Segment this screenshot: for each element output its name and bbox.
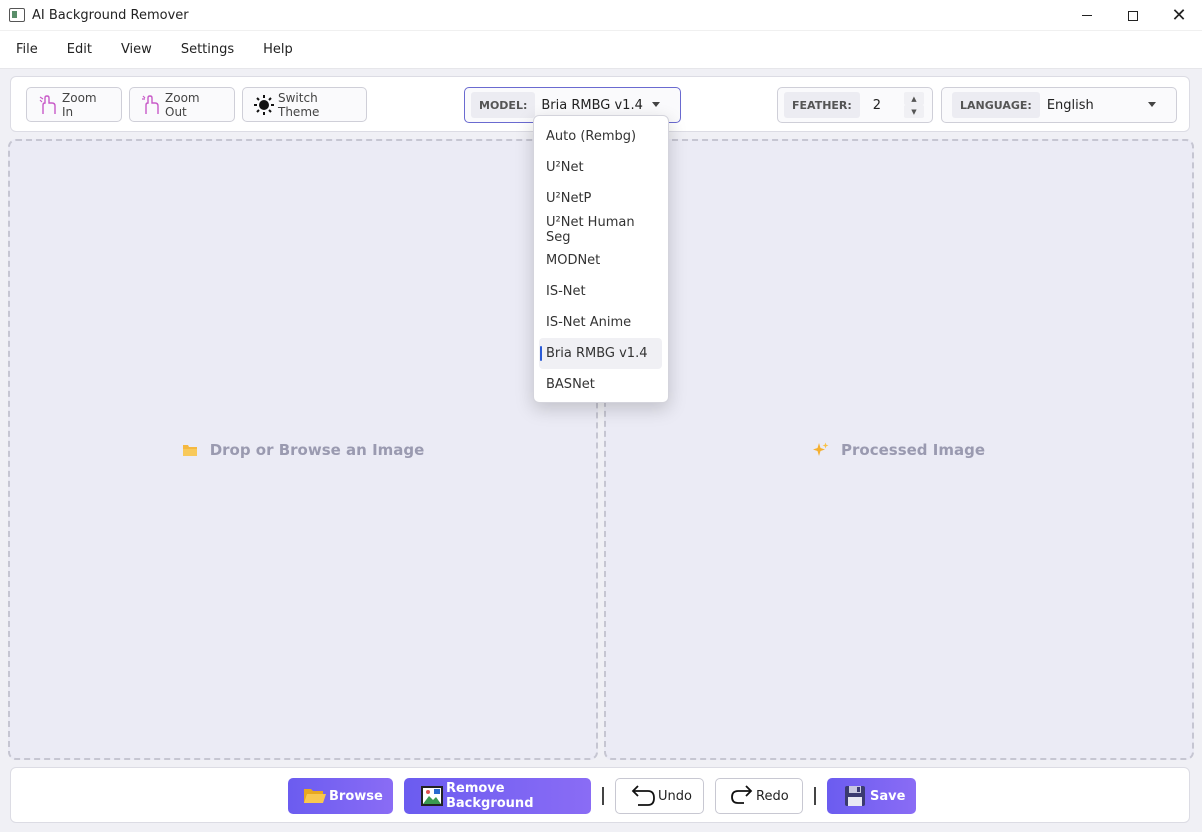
redo-label: Redo [756, 788, 789, 804]
menu-help[interactable]: Help [253, 42, 303, 57]
switch-theme-label: Switch Theme [278, 90, 320, 119]
redo-button[interactable]: Redo [715, 778, 803, 814]
close-button[interactable]: ✕ [1156, 0, 1202, 31]
feather-stepper[interactable]: FEATHER: 2 ▲ ▼ [777, 87, 933, 123]
drop-zone-label: Drop or Browse an Image [182, 440, 425, 459]
feather-label: FEATHER: [784, 92, 860, 118]
sun-icon [253, 94, 275, 116]
zoom-out-label: Zoom Out [165, 90, 200, 119]
processed-text: Processed Image [841, 440, 985, 459]
image-edit-icon [420, 785, 444, 807]
action-bar: Browse Remove Background Undo Redo Save [10, 767, 1190, 823]
save-button[interactable]: Save [827, 778, 916, 814]
model-label: MODEL: [471, 92, 536, 118]
menu-bar: File Edit View Settings Help [0, 31, 1202, 69]
zoom-in-label: Zoom In [62, 90, 97, 119]
model-option[interactable]: IS-Net Anime [534, 307, 662, 338]
undo-button[interactable]: Undo [615, 778, 704, 814]
menu-settings[interactable]: Settings [171, 42, 244, 57]
sparkles-icon [813, 442, 829, 458]
folder-icon [182, 443, 198, 457]
hand-pinch-icon [37, 94, 59, 116]
model-option-selected[interactable]: Bria RMBG v1.4 [539, 338, 662, 369]
chevron-down-icon [1148, 102, 1156, 107]
model-option[interactable]: MODNet [534, 245, 662, 276]
chevron-down-icon [652, 102, 660, 107]
floppy-disk-icon [844, 785, 866, 807]
model-option[interactable]: BASNet [534, 369, 662, 400]
language-label: LANGUAGE: [952, 92, 1040, 118]
model-option[interactable]: U²Net [534, 152, 662, 183]
title-bar: AI Background Remover ✕ [0, 0, 1202, 31]
stepper-down-icon[interactable]: ▼ [904, 105, 924, 118]
processed-label: Processed Image [813, 441, 985, 459]
browse-button[interactable]: Browse [288, 778, 393, 814]
processed-image-panel: Processed Image [604, 139, 1194, 760]
language-select[interactable]: LANGUAGE: English [941, 87, 1177, 123]
window-title: AI Background Remover [32, 7, 189, 23]
separator [602, 787, 604, 805]
zoom-out-button[interactable]: Zoom Out [129, 87, 235, 122]
model-option[interactable]: IS-Net [534, 276, 662, 307]
browse-label: Browse [329, 788, 383, 804]
undo-icon [628, 785, 656, 807]
minimize-button[interactable] [1064, 0, 1110, 31]
model-value: Bria RMBG v1.4 [541, 97, 643, 113]
language-value: English [1046, 97, 1094, 113]
model-dropdown-list: Auto (Rembg) U²Net U²NetP U²Net Human Se… [533, 115, 669, 403]
drop-zone-text: Drop or Browse an Image [209, 440, 425, 459]
zoom-in-button[interactable]: Zoom In [26, 87, 122, 122]
window-controls: ✕ [1064, 0, 1202, 31]
model-option[interactable]: U²Net Human Seg [534, 214, 662, 245]
switch-theme-button[interactable]: Switch Theme [242, 87, 367, 122]
input-image-panel[interactable]: Drop or Browse an Image [8, 139, 598, 760]
menu-edit[interactable]: Edit [57, 42, 102, 57]
undo-label: Undo [658, 788, 692, 804]
hand-spread-icon [140, 94, 162, 116]
model-option[interactable]: Auto (Rembg) [534, 121, 662, 152]
close-icon: ✕ [1171, 5, 1187, 26]
feather-spinner: ▲ ▼ [904, 92, 924, 118]
app-icon [9, 8, 25, 22]
maximize-button[interactable] [1110, 0, 1156, 31]
remove-background-label: Remove Background [446, 781, 534, 811]
feather-value[interactable]: 2 [873, 98, 881, 113]
folder-open-icon [303, 786, 327, 806]
redo-icon [730, 785, 754, 807]
save-label: Save [870, 788, 906, 804]
menu-file[interactable]: File [6, 42, 48, 57]
maximize-icon [1128, 10, 1138, 21]
model-option[interactable]: U²NetP [534, 183, 662, 214]
menu-view[interactable]: View [111, 42, 162, 57]
minimize-icon [1082, 15, 1092, 16]
remove-background-button[interactable]: Remove Background [404, 778, 591, 814]
stepper-up-icon[interactable]: ▲ [904, 92, 924, 105]
separator [814, 787, 816, 805]
